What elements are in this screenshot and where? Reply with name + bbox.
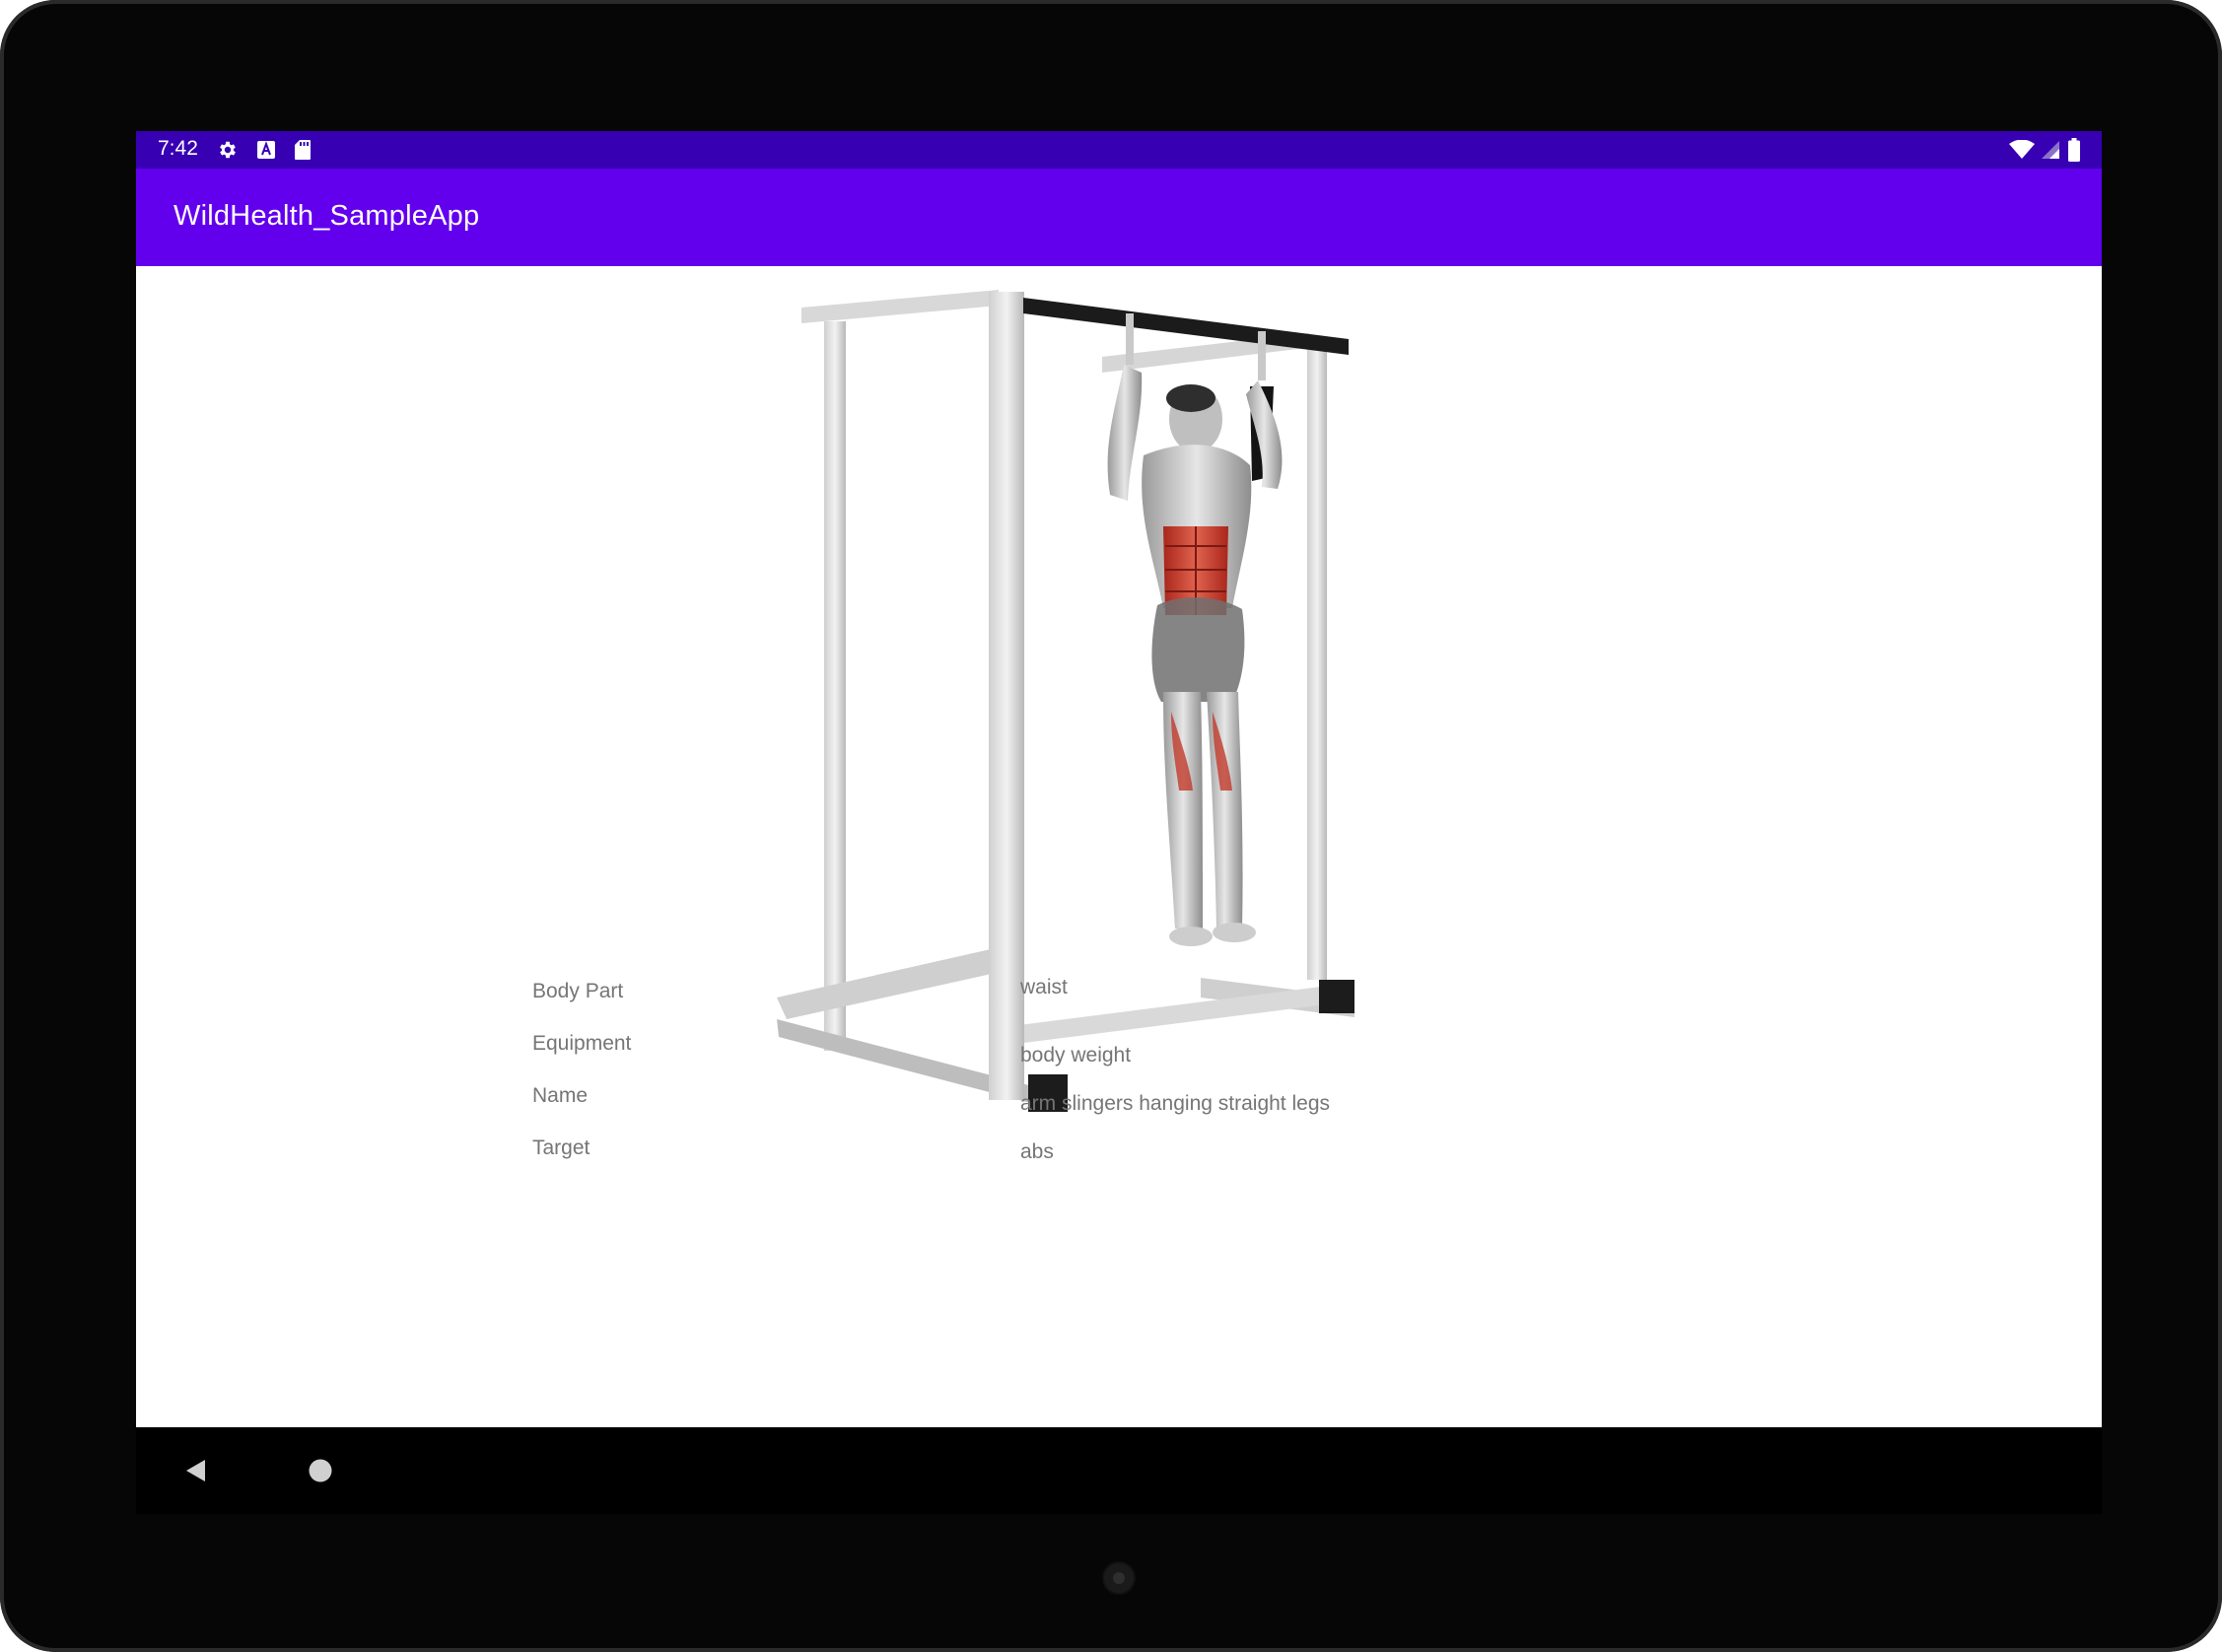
back-icon[interactable] (183, 1458, 209, 1488)
font-a-icon (256, 140, 276, 165)
battery-icon (2068, 138, 2080, 167)
front-camera (1104, 1563, 1134, 1593)
home-icon[interactable] (308, 1458, 333, 1488)
device-screen: 7:42 WildHealth_SampleApp Body Part wais… (136, 131, 2102, 1514)
settings-icon (217, 139, 239, 166)
sd-card-icon (294, 139, 312, 166)
exercise-detail: Body Part waist Equipment body weight Na… (136, 266, 2102, 1427)
detail-label-equipment: Equipment (532, 1032, 632, 1055)
detail-value-body-part: waist (1020, 976, 1068, 998)
detail-label-target: Target (532, 1136, 590, 1159)
detail-value-target: abs (1020, 1140, 1054, 1163)
status-bar: 7:42 (136, 131, 2102, 169)
exercise-illustration (777, 290, 1354, 1112)
camera-lens (1113, 1572, 1125, 1584)
detail-value-name: arm slingers hanging straight legs (1020, 1092, 1330, 1115)
detail-label-body-part: Body Part (532, 980, 624, 1002)
detail-value-equipment: body weight (1020, 1044, 1132, 1067)
wifi-icon (2009, 139, 2035, 165)
signal-icon (2041, 140, 2060, 165)
detail-label-name: Name (532, 1084, 589, 1107)
tablet-frame: 7:42 WildHealth_SampleApp Body Part wais… (0, 0, 2222, 1652)
app-bar: WildHealth_SampleApp (136, 169, 2102, 266)
status-time: 7:42 (158, 137, 198, 160)
app-title: WildHealth_SampleApp (174, 200, 480, 232)
navigation-bar (136, 1427, 2102, 1514)
